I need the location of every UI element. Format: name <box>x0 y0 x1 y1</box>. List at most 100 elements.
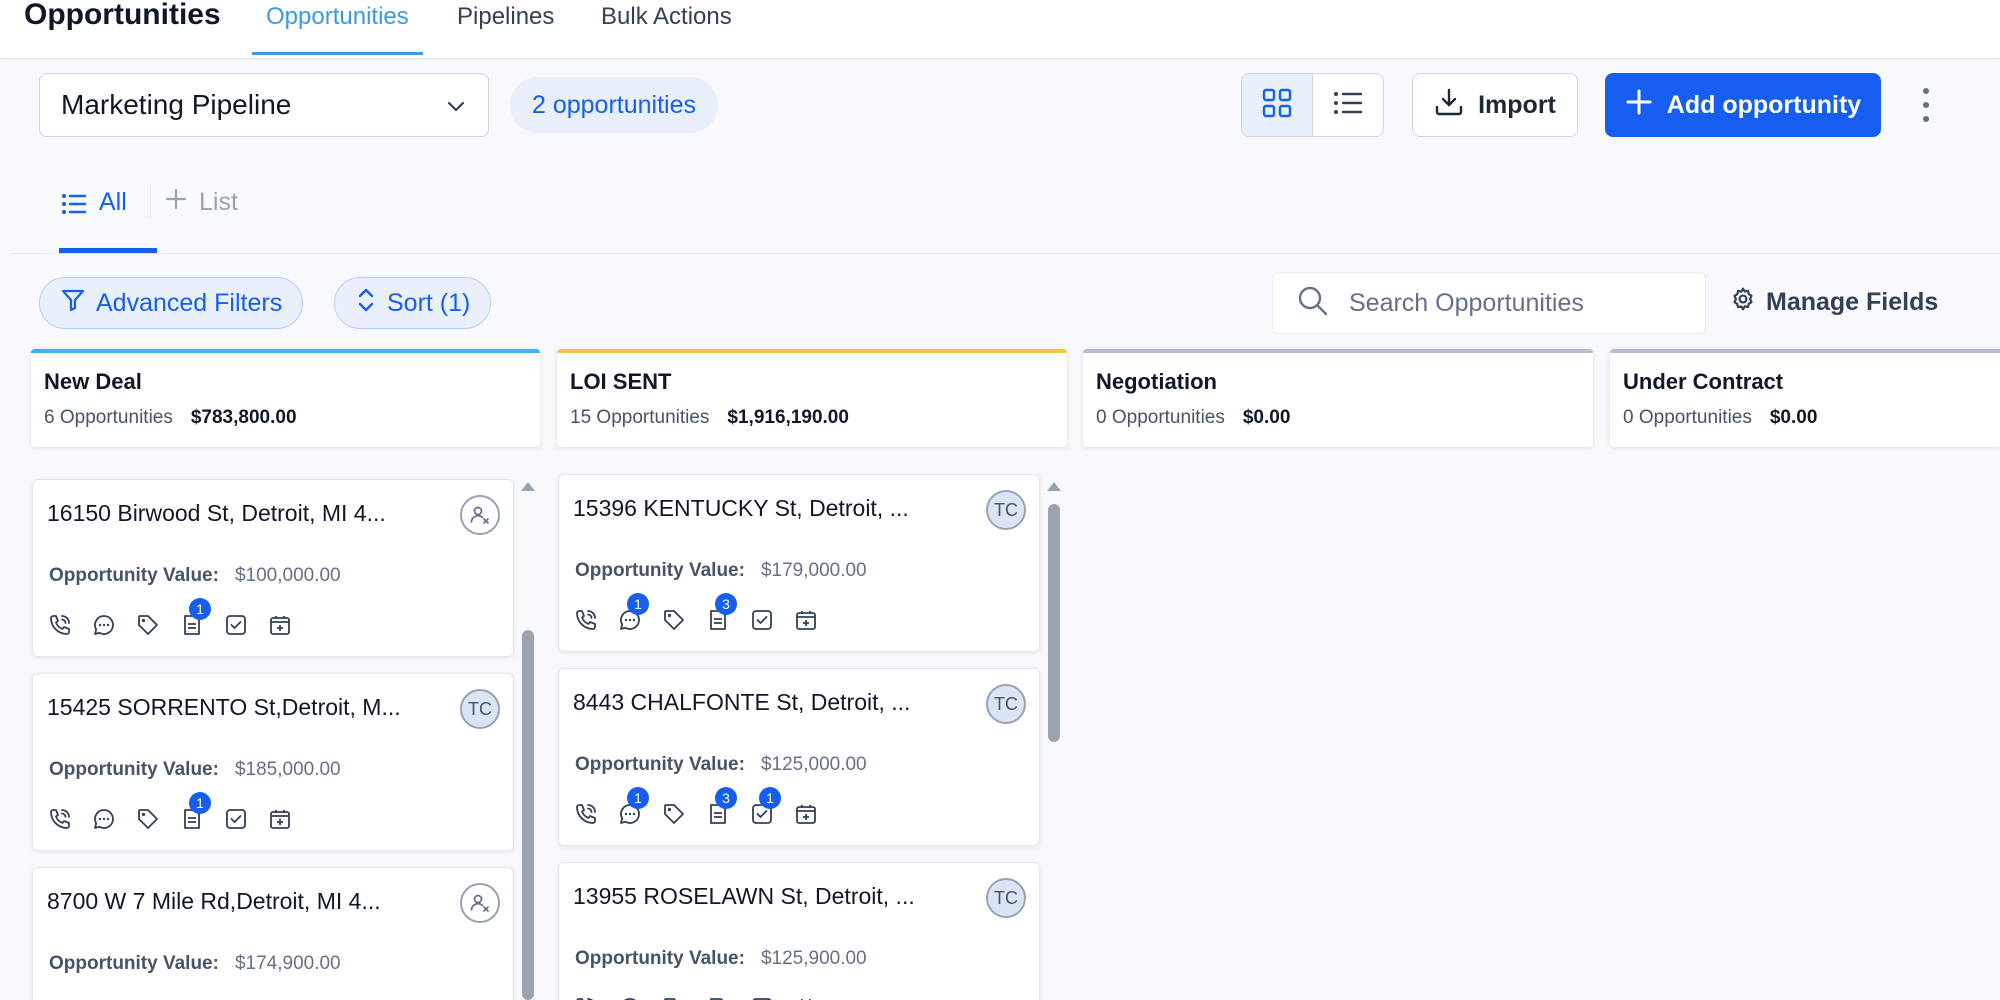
opportunity-card[interactable]: 15396 KENTUCKY St, Detroit, ... TC Opportu… <box>558 474 1040 652</box>
tag-icon[interactable] <box>135 612 161 638</box>
column-title: New Deal <box>44 369 142 394</box>
search-icon <box>1297 285 1329 322</box>
task-checkbox-icon[interactable] <box>749 995 775 1000</box>
opportunity-value: Opportunity Value: $174,900.00 <box>49 953 341 975</box>
card-action-icons <box>573 995 819 1000</box>
column-negotiation: Negotiation 0 Opportunities $0.00 <box>1083 349 1593 447</box>
card-action-icons: 131 <box>573 787 819 827</box>
scrollbar-thumb[interactable] <box>522 630 534 1000</box>
card-title[interactable]: 8443 CHALFONTE St, Detroit, ... <box>573 689 910 716</box>
opportunity-card[interactable]: 15425 SORRENTO St,Detroit, M... TC Opportu… <box>32 673 514 851</box>
add-list-tab[interactable]: List <box>165 188 238 217</box>
task-checkbox-icon[interactable] <box>749 607 775 633</box>
card-title[interactable]: 15396 KENTUCKY St, Detroit, ... <box>573 495 909 522</box>
notes-icon[interactable]: 1 <box>179 598 211 638</box>
unassigned-user-icon[interactable] <box>460 883 500 923</box>
opportunity-value: Opportunity Value: $100,000.00 <box>49 565 341 587</box>
chat-icon[interactable]: 1 <box>617 787 649 827</box>
chat-icon[interactable] <box>617 995 643 1000</box>
smart-list-tabs: All List <box>10 170 2000 254</box>
task-checkbox-icon[interactable] <box>223 612 249 638</box>
scrollbar-thumb[interactable] <box>1048 504 1060 742</box>
card-action-icons: 1 <box>47 792 293 832</box>
chat-icon[interactable] <box>91 806 117 832</box>
avatar[interactable]: TC <box>460 689 500 729</box>
tab-opportunities[interactable]: Opportunities <box>252 0 423 55</box>
column-value: $783,800.00 <box>190 407 297 428</box>
opportunity-value-label: Opportunity Value: <box>575 754 745 775</box>
sort-label: Sort (1) <box>387 288 471 317</box>
scroll-up-arrow[interactable] <box>1047 482 1061 491</box>
column-value: $0.00 <box>1769 407 1818 428</box>
import-button[interactable]: Import <box>1412 73 1578 137</box>
calendar-add-icon[interactable] <box>793 995 819 1000</box>
column-title: Under Contract <box>1623 369 1784 394</box>
board-view-button[interactable] <box>1242 74 1313 136</box>
top-nav: Opportunities Opportunities Pipelines Bu… <box>0 0 2000 59</box>
opportunity-card[interactable]: 13955 ROSELAWN St, Detroit, ... TC Opportu… <box>558 862 1040 1000</box>
notes-icon[interactable]: 3 <box>705 593 737 633</box>
phone-icon[interactable] <box>47 806 73 832</box>
calendar-add-icon[interactable] <box>267 806 293 832</box>
advanced-filters-button[interactable]: Advanced Filters <box>39 277 304 329</box>
tab-all[interactable]: All <box>59 182 157 253</box>
tag-icon[interactable] <box>661 801 687 827</box>
column-title: Negotiation <box>1096 369 1217 394</box>
calendar-add-icon[interactable] <box>267 612 293 638</box>
calendar-add-icon[interactable] <box>793 607 819 633</box>
unassigned-user-icon[interactable] <box>460 495 500 535</box>
task-checkbox-icon[interactable]: 1 <box>749 787 781 827</box>
column-title: LOI SENT <box>570 369 672 394</box>
task-checkbox-icon[interactable] <box>223 806 249 832</box>
tab-pipelines[interactable]: Pipelines <box>457 0 554 55</box>
phone-icon[interactable] <box>573 801 599 827</box>
pipeline-select[interactable]: Marketing Pipeline <box>39 73 489 137</box>
count-badge: 1 <box>627 787 649 809</box>
opportunity-card[interactable]: 16150 Birwood St, Detroit, MI 4... Opport… <box>32 479 514 657</box>
manage-fields-button[interactable]: Manage Fields <box>1730 286 1938 319</box>
notes-icon[interactable] <box>705 995 731 1000</box>
opportunity-card[interactable]: 8700 W 7 Mile Rd,Detroit, MI 4... Opportu… <box>32 867 514 1000</box>
more-options-icon[interactable] <box>1918 88 1934 122</box>
card-title[interactable]: 15425 SORRENTO St,Detroit, M... <box>47 694 401 721</box>
search-input[interactable] <box>1349 288 1705 318</box>
scroll-up-arrow[interactable] <box>521 482 535 491</box>
opportunity-value-label: Opportunity Value: <box>49 953 219 974</box>
import-label: Import <box>1478 90 1556 119</box>
tag-icon[interactable] <box>661 995 687 1000</box>
advanced-filters-label: Advanced Filters <box>96 288 283 317</box>
list-view-button[interactable] <box>1313 74 1384 136</box>
card-action-icons: 13 <box>573 593 819 633</box>
tab-bulk-actions[interactable]: Bulk Actions <box>601 0 732 55</box>
chat-icon[interactable] <box>91 612 117 638</box>
opportunity-count-badge: 2 opportunities <box>510 77 719 133</box>
add-opportunity-button[interactable]: Add opportunity <box>1605 73 1881 137</box>
card-title[interactable]: 8700 W 7 Mile Rd,Detroit, MI 4... <box>47 888 381 915</box>
chat-icon[interactable]: 1 <box>617 593 649 633</box>
card-title[interactable]: 16150 Birwood St, Detroit, MI 4... <box>47 500 386 527</box>
column-under-contract: Under Contract 0 Opportunities $0.00 <box>1610 349 2000 447</box>
avatar[interactable]: TC <box>986 878 1026 918</box>
phone-icon[interactable] <box>573 607 599 633</box>
opportunity-value-label: Opportunity Value: <box>575 560 745 581</box>
tag-icon[interactable] <box>135 806 161 832</box>
notes-icon[interactable]: 1 <box>179 792 211 832</box>
opportunity-value-amount: $179,000.00 <box>760 560 867 581</box>
plus-icon <box>1625 88 1653 123</box>
avatar[interactable]: TC <box>986 684 1026 724</box>
phone-icon[interactable] <box>573 995 599 1000</box>
card-title[interactable]: 13955 ROSELAWN St, Detroit, ... <box>573 883 915 910</box>
opportunity-value-amount: $125,000.00 <box>760 754 867 775</box>
tag-icon[interactable] <box>661 607 687 633</box>
avatar[interactable]: TC <box>986 490 1026 530</box>
calendar-add-icon[interactable] <box>793 801 819 827</box>
search-box <box>1272 272 1706 334</box>
notes-icon[interactable]: 3 <box>705 787 737 827</box>
phone-icon[interactable] <box>47 612 73 638</box>
opportunity-card[interactable]: 8443 CHALFONTE St, Detroit, ... TC Opportu… <box>558 668 1040 846</box>
column-value: $0.00 <box>1242 407 1291 428</box>
sort-button[interactable]: Sort (1) <box>334 277 492 329</box>
page-title: Opportunities <box>24 0 221 31</box>
list-icon <box>1332 87 1364 124</box>
column-count: 6 Opportunities <box>44 407 173 428</box>
